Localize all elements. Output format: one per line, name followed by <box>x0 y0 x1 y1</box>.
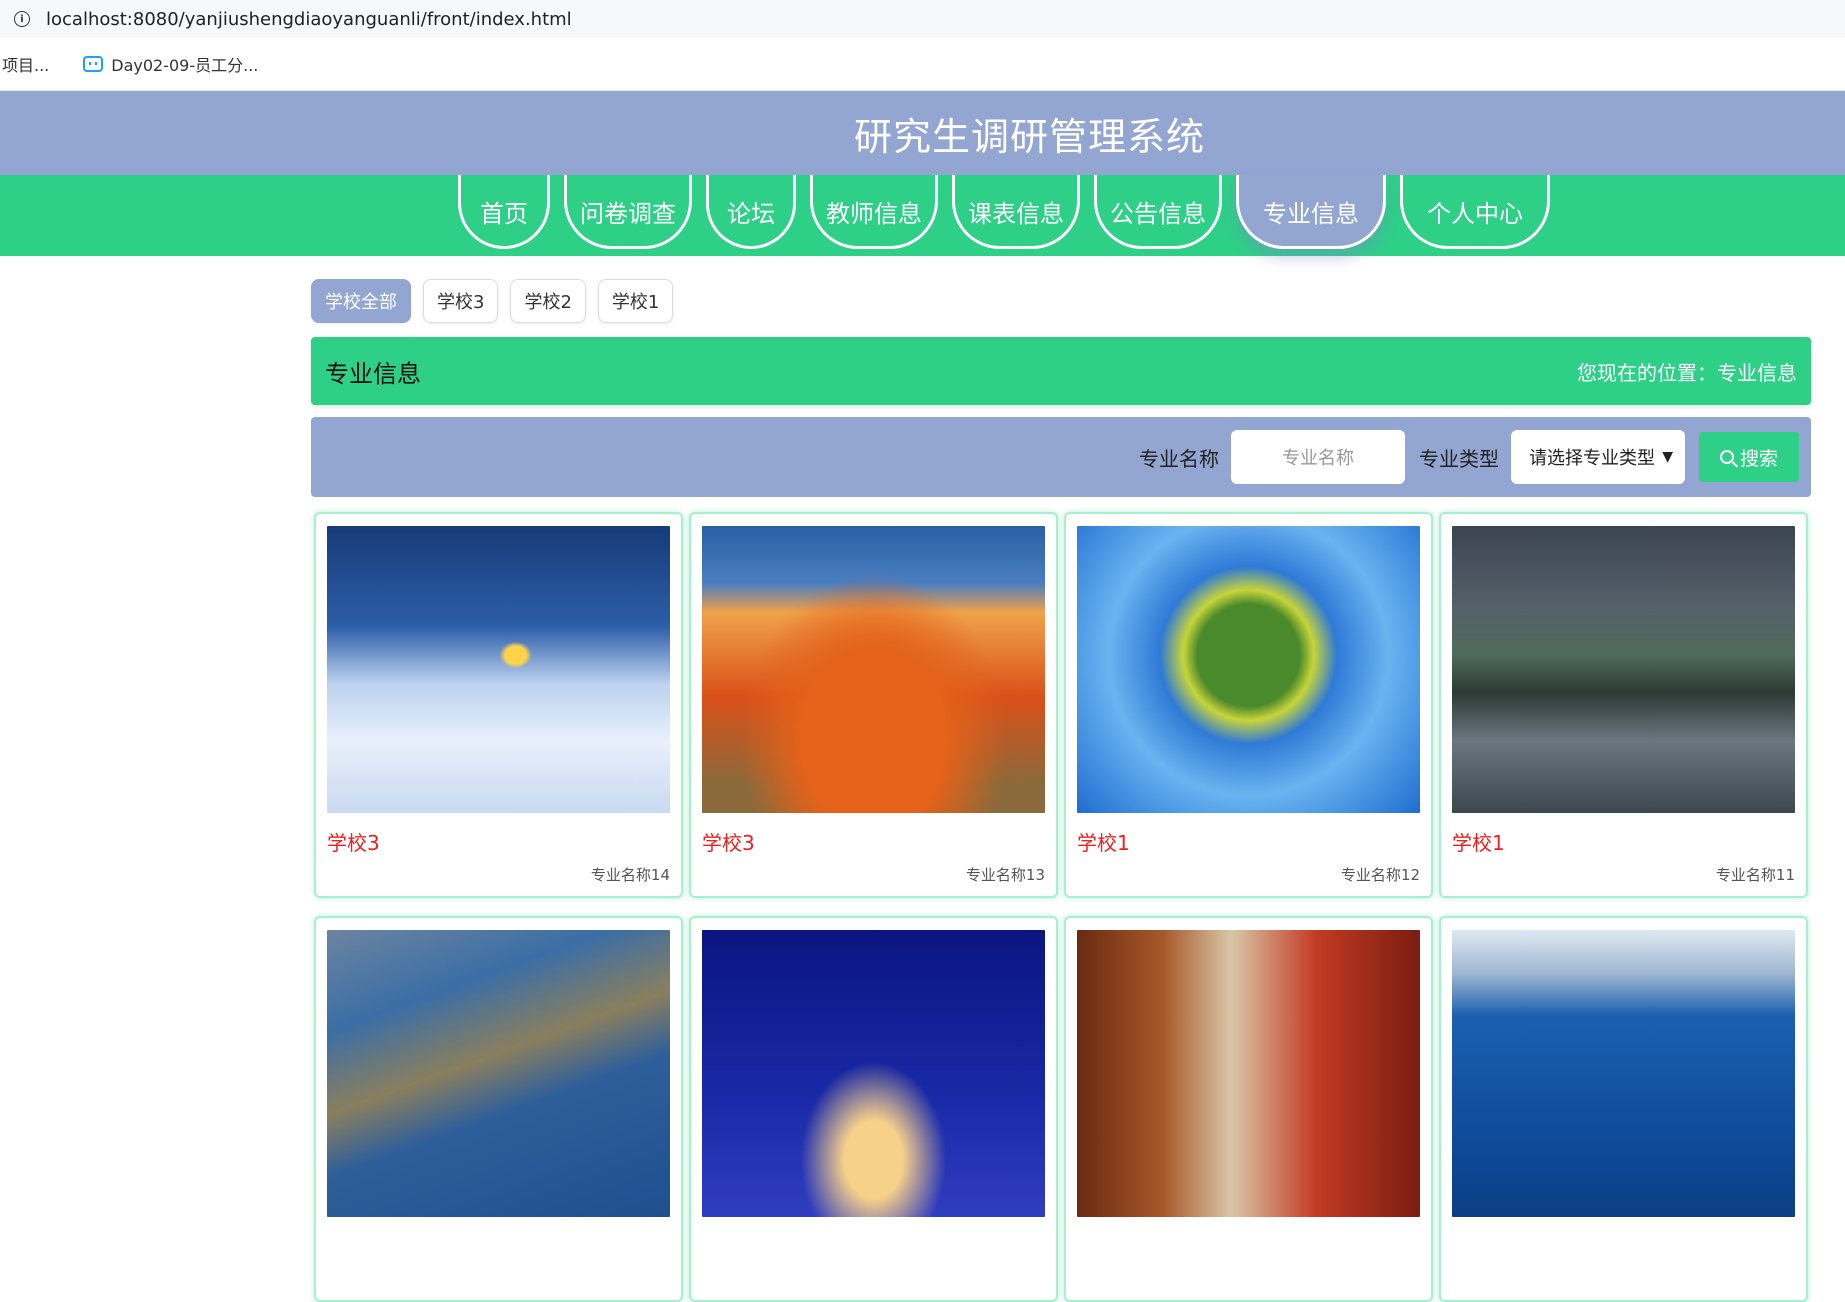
site-header: 研究生调研管理系统 <box>0 91 1845 175</box>
school-filters: 学校全部 学校3 学校2 学校1 <box>311 279 1811 323</box>
bookmarks-bar: 项目... Day02-09-员工分... <box>0 38 1845 91</box>
bookmark-label: Day02-09-员工分... <box>111 56 259 75</box>
nav-item-profile[interactable]: 个人中心 <box>1400 175 1550 249</box>
search-icon <box>1719 450 1734 464</box>
school-name: 学校3 <box>702 831 755 855</box>
site-title: 研究生调研管理系统 <box>853 114 1205 159</box>
bilibili-icon <box>83 56 104 72</box>
major-name: 专业名称13 <box>965 866 1045 884</box>
address-bar[interactable]: i localhost:8080/yanjiushengdiaoyanguanl… <box>0 0 1845 38</box>
nav-item-major[interactable]: 专业信息 <box>1236 175 1386 249</box>
major-image[interactable] <box>1452 526 1795 813</box>
breadcrumb: 您现在的位置：专业信息 <box>1577 360 1797 385</box>
main-nav: 首页 问卷调查 论坛 教师信息 课表信息 公告信息 专业信息 个人中心 <box>0 175 1845 256</box>
filter-school-3[interactable]: 学校3 <box>423 279 499 323</box>
major-image[interactable] <box>1452 930 1795 1217</box>
filter-school-1[interactable]: 学校1 <box>597 279 674 323</box>
major-image[interactable] <box>327 930 670 1217</box>
nav-item-schedule[interactable]: 课表信息 <box>952 175 1080 249</box>
section-title: 专业信息 <box>325 359 421 388</box>
nav-item-teacher[interactable]: 教师信息 <box>810 175 938 249</box>
major-image[interactable] <box>702 526 1045 813</box>
major-card[interactable] <box>689 916 1058 1302</box>
major-image[interactable] <box>702 930 1045 1217</box>
bookmark-item[interactable]: Day02-09-员工分... <box>83 52 258 76</box>
nav-item-home[interactable]: 首页 <box>458 175 550 249</box>
url-text[interactable]: localhost:8080/yanjiushengdiaoyanguanli/… <box>46 9 572 30</box>
filter-all-schools[interactable]: 学校全部 <box>311 279 411 323</box>
major-type-value: 请选择专业类型 <box>1529 448 1655 469</box>
chevron-down-icon: ▼ <box>1662 449 1673 465</box>
major-name: 专业名称12 <box>1340 866 1420 884</box>
major-card[interactable]: 学校3 专业名称14 <box>314 512 683 898</box>
search-bar: 专业名称 专业名称 专业类型 请选择专业类型 ▼ 搜索 <box>311 417 1811 497</box>
main-content: 学校全部 学校3 学校2 学校1 专业信息 您现在的位置：专业信息 专业名称 专… <box>311 279 1811 1302</box>
school-name: 学校3 <box>327 831 380 855</box>
nav-item-notice[interactable]: 公告信息 <box>1094 175 1222 249</box>
major-type-select[interactable]: 请选择专业类型 ▼ <box>1511 430 1685 484</box>
major-card[interactable] <box>1439 916 1808 1302</box>
major-card[interactable]: 学校1 专业名称11 <box>1439 512 1808 898</box>
major-name-label: 专业名称 <box>1139 446 1219 471</box>
major-name: 专业名称11 <box>1715 866 1795 884</box>
major-card[interactable] <box>314 916 683 1302</box>
search-button[interactable]: 搜索 <box>1699 432 1799 482</box>
filter-school-2[interactable]: 学校2 <box>510 279 586 323</box>
search-button-label: 搜索 <box>1739 447 1778 470</box>
major-image[interactable] <box>1077 526 1420 813</box>
major-name: 专业名称14 <box>590 866 670 884</box>
info-icon[interactable]: i <box>14 11 30 27</box>
major-card-grid: 学校3 专业名称14 学校3 专业名称13 学校1 专业名称12 学校1 专业名… <box>311 512 1811 1302</box>
bookmark-item[interactable]: 项目... <box>2 52 49 76</box>
school-name: 学校1 <box>1452 831 1505 855</box>
nav-item-survey[interactable]: 问卷调查 <box>564 175 692 249</box>
section-bar: 专业信息 您现在的位置：专业信息 <box>311 337 1811 405</box>
major-type-label: 专业类型 <box>1419 446 1499 471</box>
major-name-input[interactable]: 专业名称 <box>1231 430 1405 484</box>
major-image[interactable] <box>327 526 670 813</box>
major-card[interactable]: 学校1 专业名称12 <box>1064 512 1433 898</box>
school-name: 学校1 <box>1077 831 1130 855</box>
major-card[interactable]: 学校3 专业名称13 <box>689 512 1058 898</box>
nav-item-forum[interactable]: 论坛 <box>706 175 796 249</box>
major-card[interactable] <box>1064 916 1433 1302</box>
major-image[interactable] <box>1077 930 1420 1217</box>
